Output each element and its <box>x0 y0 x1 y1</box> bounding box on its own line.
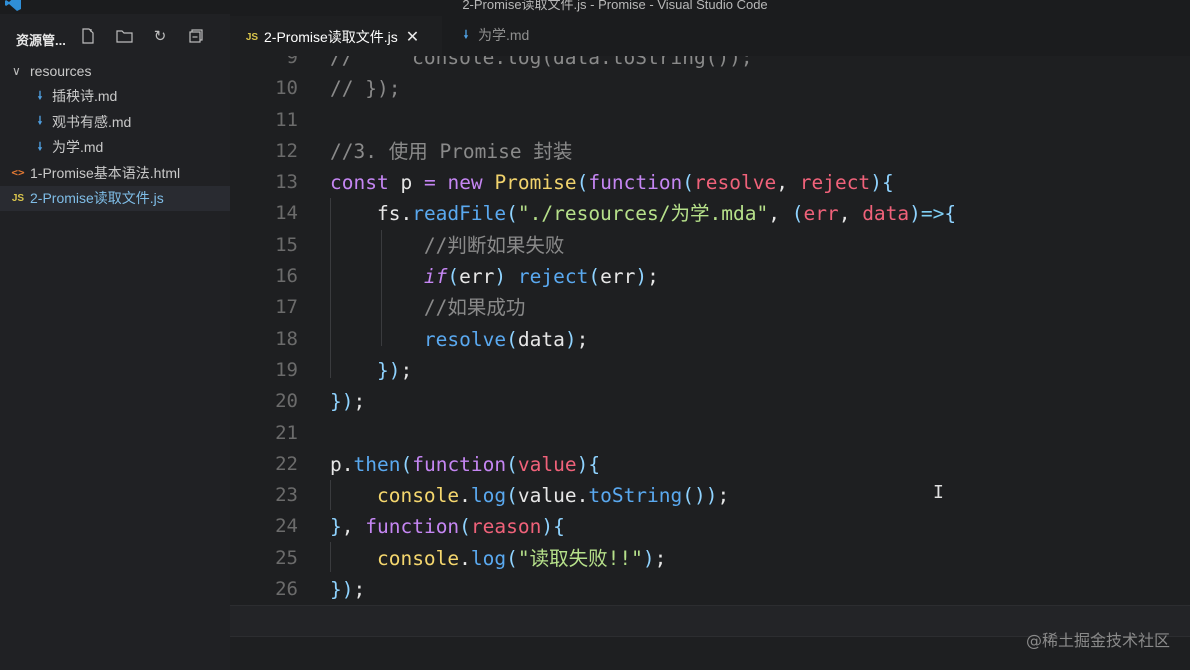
line-number: 20 <box>275 390 298 413</box>
editor-tab-bar: JS 2-Promise读取文件.js ✕ 🠗 为学.md <box>230 14 1190 58</box>
file-item[interactable]: 🠗 观书有感.md <box>0 109 230 135</box>
code-line: }); <box>376 358 413 382</box>
line-number: 22 <box>275 452 298 475</box>
line-number: 10 <box>275 77 298 100</box>
new-folder-icon[interactable] <box>114 26 134 46</box>
code-line: resolve(data); <box>423 327 589 351</box>
html-file-icon: <> <box>11 166 25 180</box>
line-number: 26 <box>275 578 298 601</box>
js-file-icon: JS <box>11 192 25 204</box>
file-label: 2-Promise读取文件.js <box>30 190 164 207</box>
line-number: 16 <box>275 265 298 288</box>
code-line: //如果成功 <box>423 296 526 320</box>
tab-promise-js[interactable]: JS 2-Promise读取文件.js ✕ <box>230 14 442 58</box>
folder-resources[interactable]: ∨ resources <box>0 58 230 84</box>
code-editor[interactable]: 9 10 11 12 13 14 15 16 17 18 19 20 21 22… <box>230 56 1190 670</box>
file-label: 为学.md <box>52 139 104 156</box>
code-line: // }); <box>330 77 401 101</box>
line-number: 14 <box>275 202 298 225</box>
line-number: 15 <box>275 233 298 256</box>
markdown-file-icon: 🠗 <box>37 115 43 128</box>
collapse-all-icon[interactable] <box>186 26 206 46</box>
code-line: // console.log(data.toString()); <box>330 56 753 69</box>
file-item[interactable]: <> 1-Promise基本语法.html <box>0 160 230 186</box>
code-lines: // console.log(data.toString()); // }); … <box>230 56 1190 637</box>
code-line: if(err) reject(err); <box>423 265 659 289</box>
line-number: 9 <box>286 56 298 68</box>
markdown-file-icon: 🠗 <box>37 140 43 153</box>
code-line: console.log(value.toString()); <box>376 484 730 508</box>
text-cursor-icon: I <box>933 482 944 503</box>
line-number: 17 <box>275 296 298 319</box>
file-item-active[interactable]: JS 2-Promise读取文件.js <box>0 185 230 211</box>
line-number: 13 <box>275 171 298 194</box>
markdown-file-icon: 🠗 <box>37 89 43 102</box>
code-line: //判断如果失败 <box>423 233 565 257</box>
line-number: 11 <box>275 108 298 131</box>
file-item[interactable]: 🠗 为学.md <box>0 135 230 161</box>
file-tree: ∨ resources 🠗 插秧诗.md 🠗 观书有感.md 🠗 为学.md <… <box>0 58 230 211</box>
code-line: }); <box>330 578 366 602</box>
line-number: 18 <box>275 327 298 350</box>
chevron-down-icon: ∨ <box>12 63 21 78</box>
file-label: 1-Promise基本语法.html <box>30 164 181 181</box>
new-file-icon[interactable] <box>78 26 98 46</box>
watermark: @稀土掘金技术社区 <box>1025 631 1170 650</box>
markdown-file-icon: 🠗 <box>463 28 469 41</box>
line-number: 24 <box>275 515 298 538</box>
line-number: 21 <box>275 421 298 444</box>
line-number: 12 <box>275 139 298 162</box>
code-line: //3. 使用 Promise 封装 <box>330 139 573 163</box>
tab-label: 2-Promise读取文件.js <box>264 29 398 45</box>
tab-label: 为学.md <box>478 27 530 43</box>
window-title: 2-Promise读取文件.js - Promise - Visual Stud… <box>462 0 768 12</box>
line-number: 23 <box>275 484 298 507</box>
file-label: 观书有感.md <box>52 113 132 130</box>
code-line: const p = new Promise(function(resolve, … <box>330 171 894 195</box>
title-bar: 2-Promise读取文件.js - Promise - Visual Stud… <box>0 0 1190 14</box>
refresh-icon[interactable]: ↻ <box>150 26 170 46</box>
close-icon[interactable]: ✕ <box>406 27 419 47</box>
code-line: }, function(reason){ <box>330 515 565 539</box>
code-line: console.log("读取失败!!"); <box>376 546 667 570</box>
line-number: 25 <box>275 546 298 569</box>
line-number: 19 <box>275 358 298 381</box>
folder-label: resources <box>30 62 92 79</box>
explorer-sidebar: 资源管... ↻ ∨ resources 🠗 插秧诗.md 🠗 观书有感.md … <box>0 14 230 670</box>
tab-weixue-md[interactable]: 🠗 为学.md <box>442 14 572 56</box>
file-item[interactable]: 🠗 插秧诗.md <box>0 84 230 110</box>
code-line: }); <box>330 390 366 414</box>
explorer-title: 资源管... <box>16 33 66 48</box>
js-file-icon: JS <box>245 31 259 43</box>
explorer-actions: ↻ <box>78 26 206 46</box>
code-line: p.then(function(value){ <box>330 452 601 476</box>
code-line: fs.readFile("./resources/为学.mda", (err, … <box>376 202 957 226</box>
file-label: 插秧诗.md <box>52 88 118 105</box>
line-number-gutter: 9 10 11 12 13 14 15 16 17 18 19 20 21 22… <box>230 56 300 637</box>
